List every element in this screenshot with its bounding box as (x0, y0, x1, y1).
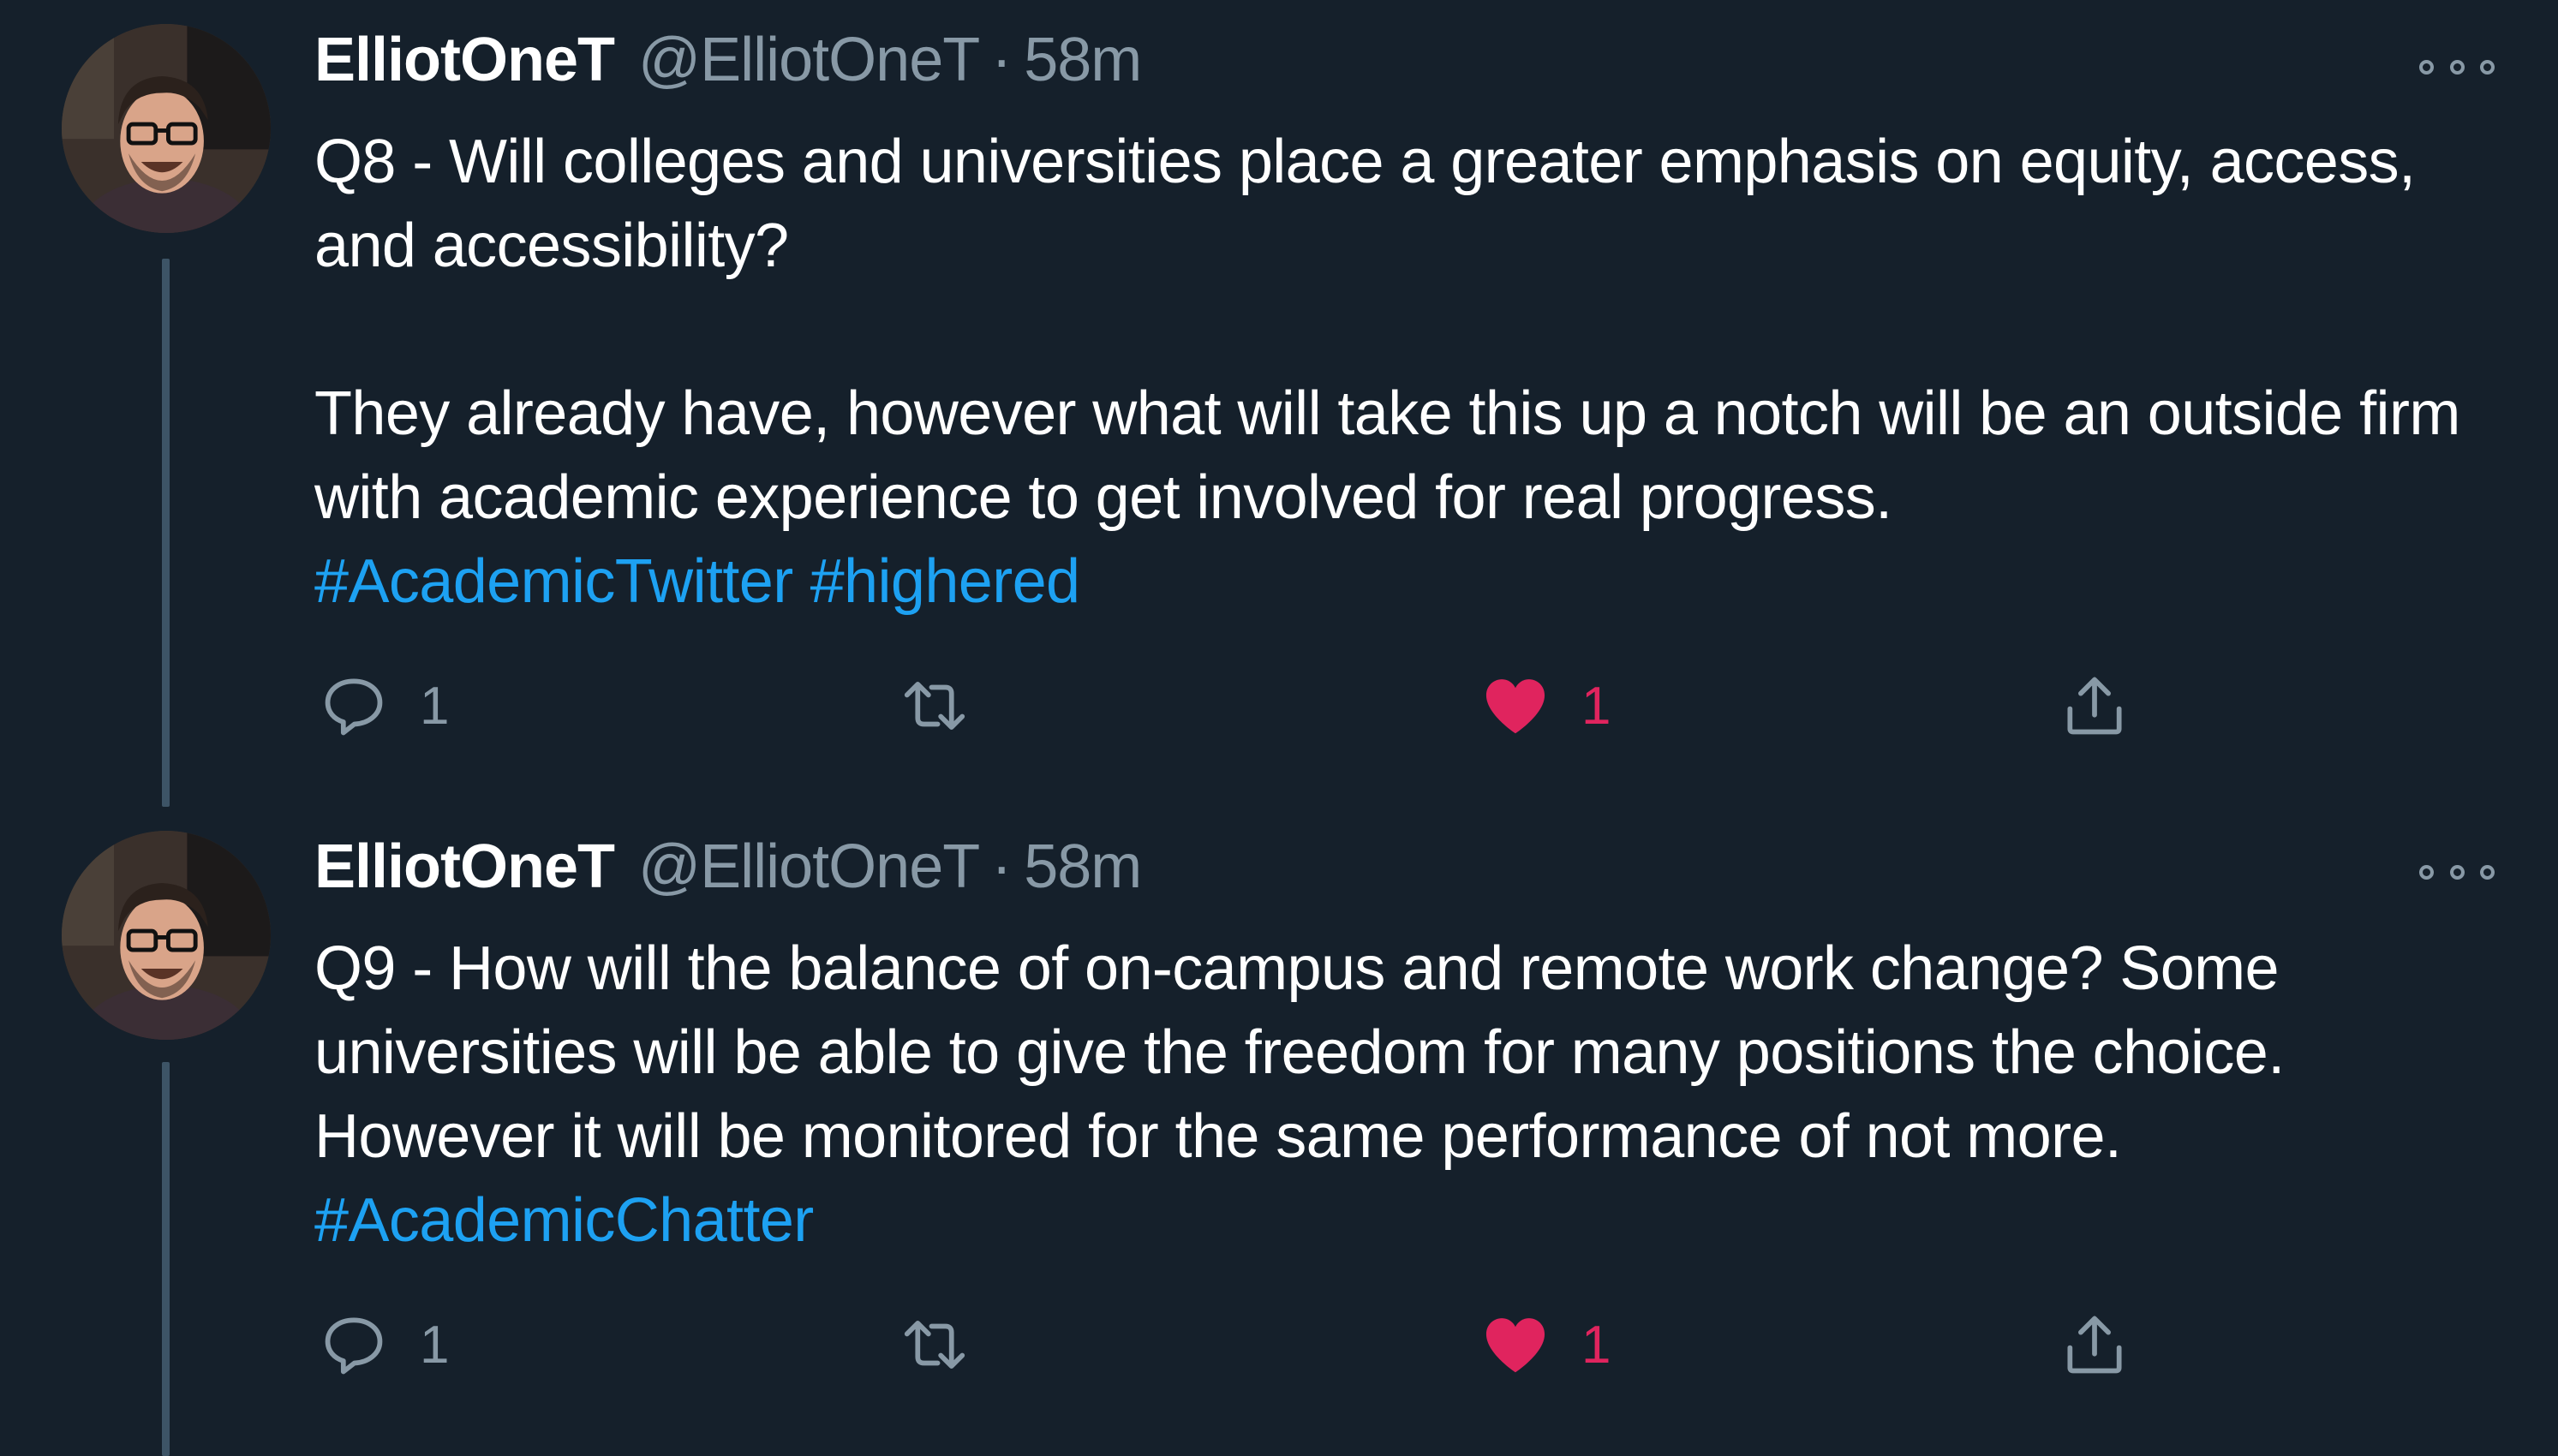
tweet-actions: 1 1 (0, 663, 2558, 749)
author-handle[interactable]: @ElliotOneT (638, 25, 980, 95)
like-count: 1 (1581, 1315, 1611, 1375)
speech-bubble-icon (325, 678, 383, 736)
retweet-button[interactable] (898, 663, 1001, 749)
share-upload-icon (2067, 1316, 2122, 1374)
thread-line (162, 1062, 170, 1456)
tweet-actions: 1 1 (0, 1302, 2558, 1387)
retweet-arrows-icon (904, 682, 965, 730)
heart-icon (1485, 1318, 1545, 1373)
tweet-header: ElliotOneT @ElliotOneT · 58m (314, 824, 1142, 910)
like-button[interactable]: 1 (1479, 663, 1611, 749)
more-dot-icon (2480, 864, 2495, 880)
tweet-text: Q8 - Will colleges and universities plac… (314, 120, 2507, 624)
hashtag-link[interactable]: #AcademicChatter (314, 1186, 814, 1255)
like-count: 1 (1581, 676, 1611, 736)
timestamp[interactable]: 58m (1024, 25, 1142, 95)
separator: · (991, 26, 1013, 94)
tweet-paragraph: Q8 - Will colleges and universities plac… (314, 128, 2416, 280)
tweet-text: Q9 - How will the balance of on-campus a… (314, 927, 2507, 1262)
avatar[interactable] (62, 24, 271, 233)
avatar-photo (62, 831, 271, 1040)
avatar-photo (62, 24, 271, 233)
more-dot-icon (2449, 59, 2465, 75)
retweet-button[interactable] (898, 1302, 1001, 1387)
author-name[interactable]: ElliotOneT (314, 832, 615, 902)
reply-button[interactable]: 1 (317, 663, 449, 749)
like-button[interactable]: 1 (1479, 1302, 1611, 1387)
more-dot-icon (2449, 864, 2465, 880)
share-button[interactable] (2058, 1302, 2131, 1387)
tweet-paragraph: Q9 - How will the balance of on-campus a… (314, 934, 2285, 1171)
reply-count: 1 (420, 1315, 450, 1375)
reply-button[interactable]: 1 (317, 1302, 449, 1387)
heart-icon (1485, 679, 1545, 734)
tweet[interactable]: ElliotOneT @ElliotOneT · 58m Q9 - How wi… (0, 805, 2558, 1456)
more-dot-icon (2419, 59, 2434, 75)
more-dot-icon (2419, 864, 2434, 880)
speech-bubble-icon (325, 1317, 383, 1375)
author-handle[interactable]: @ElliotOneT (638, 832, 980, 902)
more-options-button[interactable] (2419, 50, 2495, 84)
share-upload-icon (2067, 677, 2122, 735)
retweet-arrows-icon (904, 1321, 965, 1369)
tweet-paragraph: They already have, however what will tak… (314, 379, 2460, 532)
tweet-header: ElliotOneT @ElliotOneT · 58m (314, 17, 1142, 103)
hashtag-link[interactable]: #highered (810, 547, 1080, 616)
author-name[interactable]: ElliotOneT (314, 25, 615, 95)
more-options-button[interactable] (2419, 855, 2495, 889)
more-dot-icon (2480, 59, 2495, 75)
hashtag-link[interactable]: #AcademicTwitter (314, 547, 793, 616)
timestamp[interactable]: 58m (1024, 832, 1142, 902)
reply-count: 1 (420, 676, 450, 736)
share-button[interactable] (2058, 663, 2131, 749)
avatar[interactable] (62, 831, 271, 1040)
separator: · (991, 832, 1013, 901)
tweet[interactable]: ElliotOneT @ElliotOneT · 58m Q8 - Will c… (0, 0, 2558, 807)
